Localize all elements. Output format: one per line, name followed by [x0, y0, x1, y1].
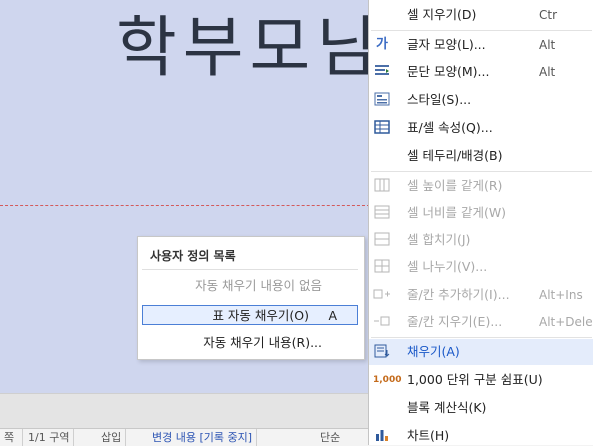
document-heading: 학부모님: [116, 9, 383, 86]
split-cells-icon: [373, 259, 391, 275]
menu-item-label: 셀 나누기(V)...: [407, 259, 488, 274]
menu-item-label: 셀 합치기(J): [407, 232, 471, 247]
menu-item-clear-cell[interactable]: 셀 지우기(D) Ctr: [369, 2, 593, 28]
menu-item-equal-width: 셀 너비를 같게(W): [369, 200, 593, 226]
submenu-title: 사용자 정의 목록: [150, 249, 236, 263]
menu-item-label: 줄/칸 지우기(E)...: [407, 314, 503, 329]
menu-item-shortcut: Alt: [539, 38, 556, 52]
submenu-item-no-autofill: 자동 채우기 내용이 없음: [142, 276, 358, 296]
menu-item-split-cells: 셀 나누기(V)...: [369, 254, 593, 280]
table-context-menu: 셀 지우기(D) Ctr 가 글자 모양(L)... Alt 문단 모양(M).…: [368, 0, 593, 445]
status-track-changes[interactable]: 변경 내용 [기록 중지]: [148, 429, 258, 446]
menu-item-equal-height: 셀 높이를 같게(R): [369, 173, 593, 199]
menu-item-label: 차트(H): [407, 428, 450, 443]
status-view-mode[interactable]: 단순: [316, 429, 344, 446]
menu-item-label: 셀 너비를 같게(W): [407, 205, 507, 220]
menu-item-label: 문단 모양(M)...: [407, 64, 490, 79]
menu-item-block-formula[interactable]: 블록 계산식(K): [369, 395, 593, 421]
menu-item-label: 글자 모양(L)...: [407, 37, 486, 52]
menu-item-cell-border-background[interactable]: 셀 테두리/배경(B): [369, 143, 593, 169]
thousands-separator-icon: 1,000: [373, 375, 402, 385]
delete-row-col-icon: [373, 314, 391, 330]
menu-separator: [371, 171, 592, 172]
paragraph-icon: [373, 64, 391, 80]
menu-item-font-shape[interactable]: 가 글자 모양(L)... Alt: [369, 32, 593, 58]
menu-item-style[interactable]: 스타일(S)...: [369, 87, 593, 113]
add-row-col-icon: [373, 287, 391, 303]
submenu-divider: [142, 269, 358, 270]
status-section[interactable]: 1/1 구역: [24, 429, 75, 446]
menu-item-label: 1,000 단위 구분 쉼표(U): [407, 372, 543, 387]
submenu-item-label: 표 자동 채우기(O): [212, 308, 309, 323]
font-shape-icon: 가: [376, 37, 388, 52]
menu-item-fill[interactable]: 채우기(A): [369, 339, 593, 365]
menu-item-add-row-column: 줄/칸 추가하기(I)... Alt+Ins: [369, 282, 593, 308]
submenu-item-autofill-content[interactable]: 자동 채우기 내용(R)...: [142, 333, 358, 353]
menu-item-table-cell-properties[interactable]: 표/셀 속성(Q)...: [369, 115, 593, 141]
table-cell-boundary: [0, 205, 370, 206]
menu-item-label: 표/셀 속성(Q)...: [407, 120, 493, 135]
menu-item-label: 스타일(S)...: [407, 92, 472, 107]
menu-item-paragraph-shape[interactable]: 문단 모양(M)... Alt: [369, 59, 593, 85]
menu-item-shortcut: Alt: [539, 65, 556, 79]
menu-item-chart[interactable]: 차트(H): [369, 423, 593, 445]
merge-cells-icon: [373, 232, 391, 248]
menu-item-shortcut: Alt+Dele: [539, 315, 593, 329]
menu-item-label: 채우기(A): [407, 344, 460, 359]
menu-item-label: 셀 높이를 같게(R): [407, 178, 503, 193]
autofill-submenu: 사용자 정의 목록 자동 채우기 내용이 없음 표 자동 채우기(O) A 자동…: [137, 236, 365, 360]
equal-height-icon: [373, 178, 391, 194]
menu-separator: [371, 337, 592, 338]
fill-icon: [373, 344, 391, 360]
status-insert-mode[interactable]: 삽입: [97, 429, 127, 446]
submenu-item-accelerator: A: [328, 308, 337, 323]
menu-separator: [371, 30, 592, 31]
menu-item-thousands-separator[interactable]: 1,000 1,000 단위 구분 쉼표(U): [369, 367, 593, 393]
style-icon: [373, 92, 391, 108]
menu-item-merge-cells: 셀 합치기(J): [369, 227, 593, 253]
menu-item-shortcut: Alt+Ins: [539, 288, 583, 302]
submenu-item-label: 자동 채우기 내용(R)...: [203, 335, 322, 350]
menu-item-label: 셀 지우기(D): [407, 7, 477, 22]
equal-width-icon: [373, 205, 391, 221]
status-page-fragment: 쪽: [0, 429, 23, 446]
table-props-icon: [373, 120, 391, 136]
submenu-item-table-autofill[interactable]: 표 자동 채우기(O) A: [142, 305, 358, 325]
submenu-item-label: 자동 채우기 내용이 없음: [195, 278, 322, 293]
menu-item-label: 줄/칸 추가하기(I)...: [407, 287, 510, 302]
menu-item-label: 블록 계산식(K): [407, 400, 487, 415]
menu-item-label: 셀 테두리/배경(B): [407, 148, 503, 163]
menu-item-shortcut: Ctr: [539, 8, 558, 22]
menu-item-delete-row-column: 줄/칸 지우기(E)... Alt+Dele: [369, 309, 593, 335]
chart-icon: [373, 428, 391, 444]
